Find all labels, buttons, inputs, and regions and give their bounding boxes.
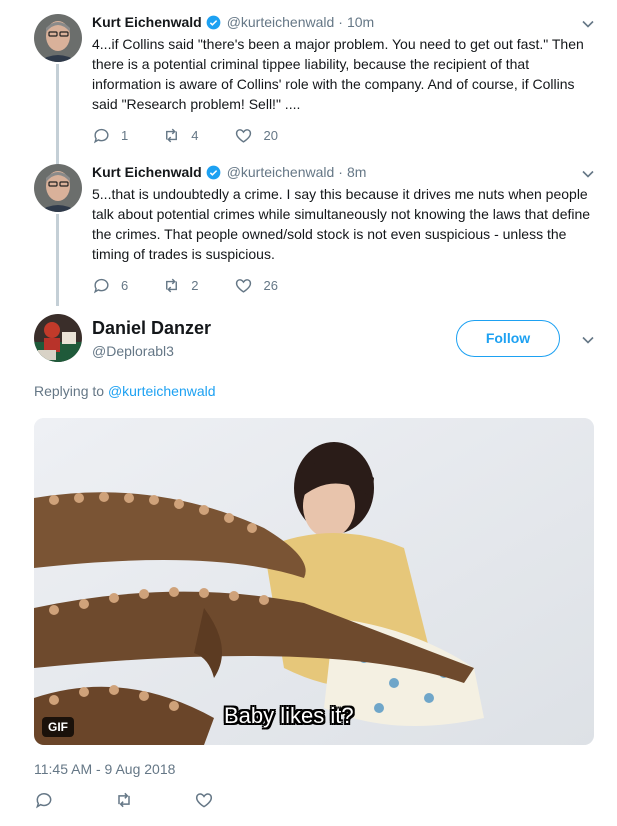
author-name[interactable]: Daniel Danzer [92,318,211,339]
tweet-text: 4...if Collins said "there's been a majo… [92,36,584,112]
chevron-down-icon[interactable] [581,17,595,31]
like-button[interactable] [194,790,214,810]
retweet-count: 4 [191,128,199,143]
heart-icon [236,129,252,143]
heart-icon [236,279,252,293]
gif-subtitle: Baby likes it? [224,703,354,728]
author-handle[interactable]: @kurteichenwald [227,164,335,180]
gif-image [34,418,594,745]
tweet-header: Kurt Eichenwald @kurteichenwald · 8m [92,164,366,180]
verified-badge-icon [206,15,221,29]
retweet-icon [118,792,130,808]
retweet-count: 2 [191,278,199,293]
main-tweet-actions [34,790,274,810]
tweet-time[interactable]: 8m [347,164,366,180]
chevron-down-icon[interactable] [581,167,595,181]
reply-button[interactable]: 6 [92,276,128,295]
author-handle[interactable]: @Deplorabl3 [92,343,174,359]
separator-dot: · [338,164,343,180]
retweet-button[interactable] [114,790,134,810]
separator-dot: · [338,14,343,30]
chevron-down-icon[interactable] [581,333,595,347]
reply-button[interactable]: 1 [92,126,128,145]
reply-icon [93,128,109,144]
verified-badge-icon [206,165,221,179]
gif-badge: GIF [42,717,74,737]
retweet-button[interactable]: 4 [162,126,198,145]
tweet-actions: 6 2 26 [92,276,316,295]
tweet-text: 5...that is undoubtedly a crime. I say t… [92,186,591,262]
author-handle[interactable]: @kurteichenwald [227,14,335,30]
retweet-button[interactable]: 2 [162,276,198,295]
reply-icon [36,793,52,809]
gif-media[interactable]: Baby likes it? GIF [34,418,594,745]
like-button[interactable]: 26 [234,276,278,295]
replying-to-link[interactable]: @kurteichenwald [108,383,216,399]
reply-count: 6 [121,278,129,293]
avatar[interactable] [34,14,82,62]
follow-button[interactable]: Follow [456,320,560,357]
heart-icon [195,793,213,808]
tweet-header: Kurt Eichenwald @kurteichenwald · 10m [92,14,374,30]
avatar[interactable] [34,314,82,362]
tweet-timestamp[interactable]: 11:45 AM - 9 Aug 2018 [34,761,175,777]
tweet-time[interactable]: 10m [347,14,374,30]
replying-prefix: Replying to [34,383,105,399]
like-button[interactable]: 20 [234,126,278,145]
reply-button[interactable] [34,790,54,810]
like-count: 26 [263,278,278,293]
tweet-actions: 1 4 20 [92,126,316,145]
like-count: 20 [263,128,278,143]
reply-count: 1 [121,128,129,143]
tweet-1[interactable]: Kurt Eichenwald @kurteichenwald · 10m 4.… [0,0,617,160]
avatar[interactable] [34,164,82,212]
retweet-icon [166,278,178,293]
retweet-icon [166,128,178,143]
author-name[interactable]: Kurt Eichenwald [92,14,202,30]
tweet-2[interactable]: Kurt Eichenwald @kurteichenwald · 8m 5..… [0,150,617,310]
replying-to: Replying to @kurteichenwald [34,383,216,399]
reply-icon [93,278,109,294]
author-name[interactable]: Kurt Eichenwald [92,164,202,180]
